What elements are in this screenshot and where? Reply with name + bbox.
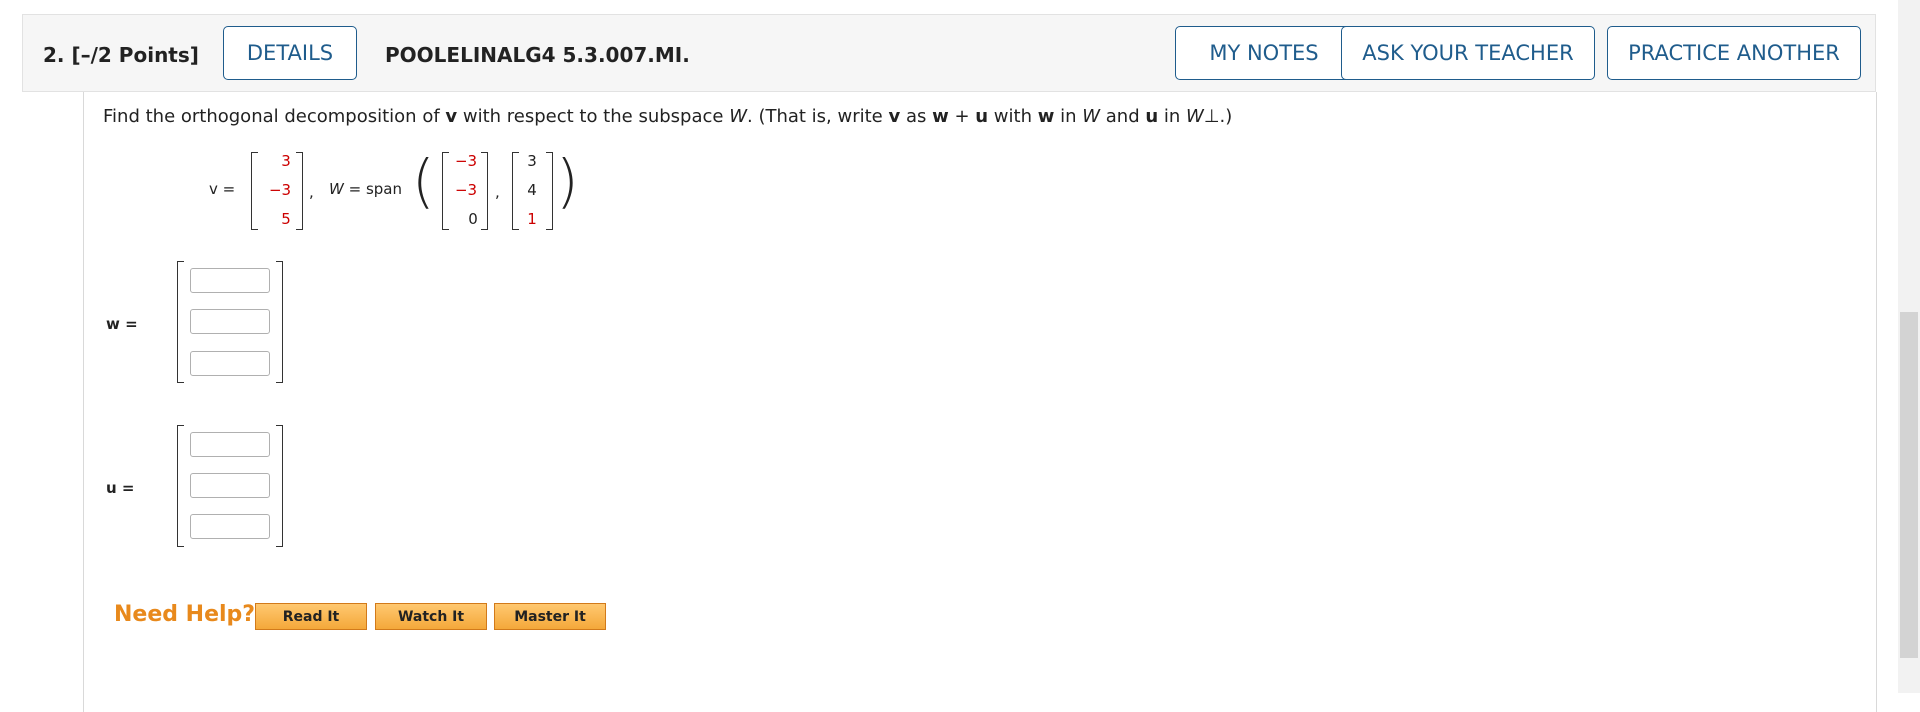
comma: , xyxy=(495,183,500,201)
my-notes-button[interactable]: MY NOTES xyxy=(1175,26,1353,80)
right-paren: ) xyxy=(556,147,579,215)
question-header: 2. [–/2 Points] DETAILS POOLELINALG4 5.3… xyxy=(22,14,1876,92)
need-help-label: Need Help? xyxy=(114,602,256,627)
v-entry-2: −3 xyxy=(268,181,292,199)
W-span-label: W = span xyxy=(329,180,402,198)
question-code: POOLELINALG4 5.3.007.MI. xyxy=(385,43,690,67)
u-label: u = xyxy=(106,479,135,497)
u-answer-1[interactable] xyxy=(190,432,270,457)
basis2-left-bracket xyxy=(512,152,519,230)
basis1-entry-1: −3 xyxy=(454,152,478,170)
practice-another-button[interactable]: PRACTICE ANOTHER xyxy=(1607,26,1861,80)
points-label: [–/2 Points] xyxy=(71,43,199,67)
u-answer-2[interactable] xyxy=(190,473,270,498)
w-right-bracket xyxy=(276,261,283,383)
u-answer-3[interactable] xyxy=(190,514,270,539)
w-left-bracket xyxy=(177,261,184,383)
basis1-entry-2: −3 xyxy=(454,181,478,199)
u-left-bracket xyxy=(177,425,184,547)
question-number: 2. xyxy=(43,43,65,67)
basis2-entry-2: 4 xyxy=(527,181,537,199)
w-answer-2[interactable] xyxy=(190,309,270,334)
v-right-bracket xyxy=(296,152,303,230)
v-entry-1: 3 xyxy=(281,152,291,170)
master-it-button[interactable]: Master It xyxy=(494,603,606,630)
w-answer-3[interactable] xyxy=(190,351,270,376)
scrollbar-thumb[interactable] xyxy=(1900,312,1918,658)
comma: , xyxy=(309,183,314,201)
basis2-entry-3: 1 xyxy=(527,210,537,228)
v-entry-3: 5 xyxy=(281,210,291,228)
watch-it-button[interactable]: Watch It xyxy=(375,603,487,630)
w-answer-1[interactable] xyxy=(190,268,270,293)
u-right-bracket xyxy=(276,425,283,547)
v-left-bracket xyxy=(251,152,258,230)
left-paren: ( xyxy=(412,147,435,215)
details-button[interactable]: DETAILS xyxy=(223,26,357,80)
basis2-right-bracket xyxy=(546,152,553,230)
read-it-button[interactable]: Read It xyxy=(255,603,367,630)
basis1-right-bracket xyxy=(481,152,488,230)
question-number-points: 2. [–/2 Points] xyxy=(43,43,199,67)
question-prompt: Find the orthogonal decomposition of v w… xyxy=(103,106,1233,127)
basis2-entry-1: 3 xyxy=(527,152,537,170)
basis1-left-bracket xyxy=(442,152,449,230)
v-label: v = xyxy=(209,180,236,198)
ask-your-teacher-button[interactable]: ASK YOUR TEACHER xyxy=(1341,26,1595,80)
w-label: w = xyxy=(106,315,138,333)
